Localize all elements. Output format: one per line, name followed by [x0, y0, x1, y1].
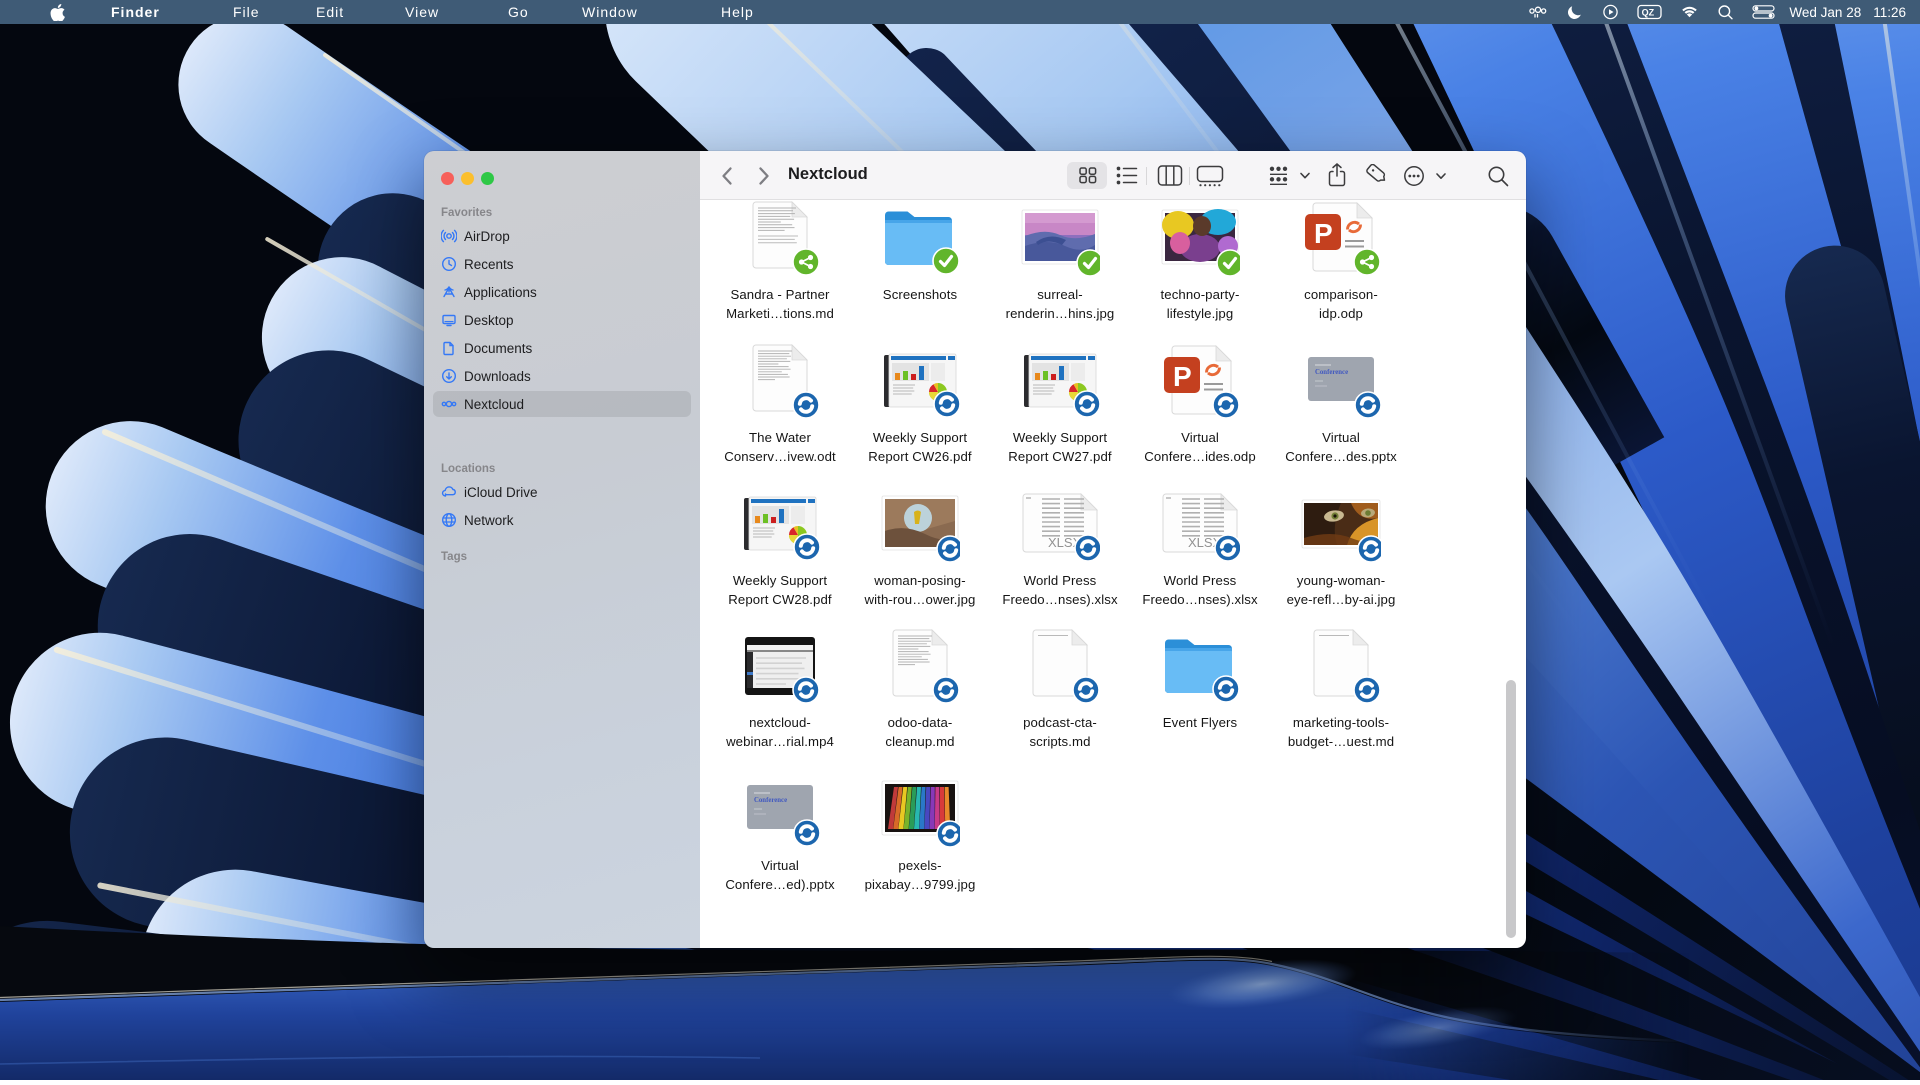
svg-text:Conference: Conference: [754, 797, 787, 804]
svg-text:QZ: QZ: [1642, 7, 1655, 17]
svg-text:P: P: [1314, 218, 1333, 249]
svg-text:P: P: [1173, 361, 1192, 392]
svg-text:Conference: Conference: [1315, 369, 1348, 376]
